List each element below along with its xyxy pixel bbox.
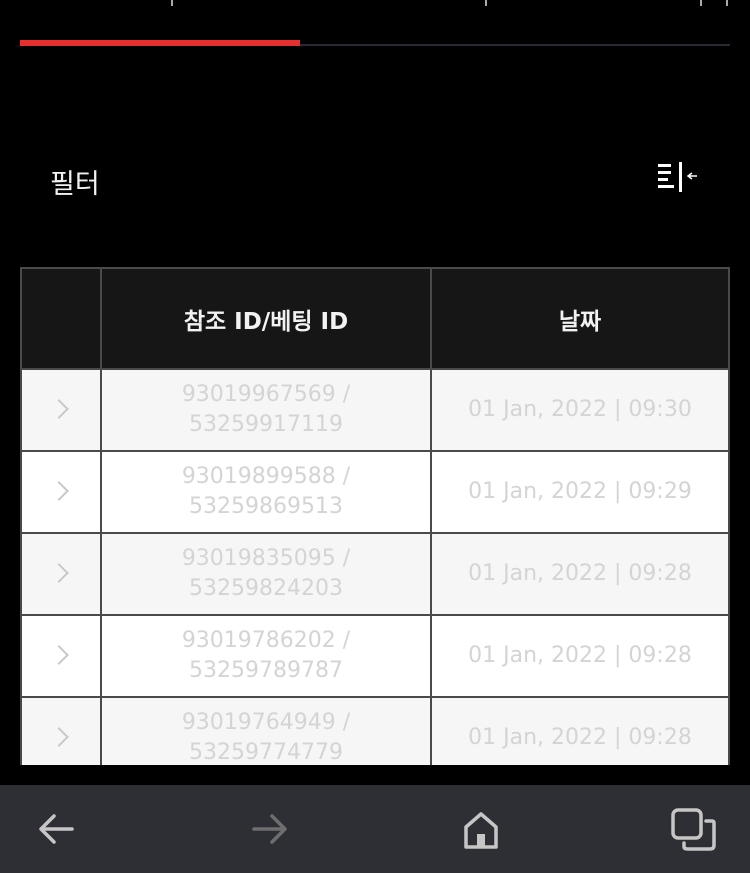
chevron-right-icon[interactable] xyxy=(49,563,69,583)
table-row[interactable]: 93019835095 / 53259824203 01 Jan, 2022 |… xyxy=(20,532,730,616)
filter-label[interactable]: 필터 xyxy=(50,162,100,201)
bet-history-table: 참조 ID/베팅 ID 날짜 93019967569 / 53259917119… xyxy=(20,267,730,765)
table-row[interactable]: 93019764949 / 53259774779 01 Jan, 2022 |… xyxy=(20,696,730,765)
expand-cell[interactable] xyxy=(20,614,102,698)
filter-panel-icon[interactable] xyxy=(650,156,702,200)
expand-cell[interactable] xyxy=(20,450,102,534)
home-icon[interactable] xyxy=(456,805,506,855)
tab-indicator-track xyxy=(20,40,730,46)
chevron-right-icon[interactable] xyxy=(49,727,69,747)
filter-bar: 필터 xyxy=(0,150,750,206)
reference-id-cell: 93019899588 / 53259869513 xyxy=(100,450,432,534)
edge-mark xyxy=(171,0,173,6)
reference-id-cell: 93019764949 / 53259774779 xyxy=(100,696,432,765)
edge-mark xyxy=(726,0,728,6)
expand-cell[interactable] xyxy=(20,532,102,616)
table-row[interactable]: 93019786202 / 53259789787 01 Jan, 2022 |… xyxy=(20,614,730,698)
tabs-icon[interactable] xyxy=(668,805,718,855)
edge-mark xyxy=(700,0,702,6)
column-header-expand xyxy=(20,267,102,370)
date-cell: 01 Jan, 2022 | 09:28 xyxy=(430,532,730,616)
edge-mark xyxy=(485,0,487,6)
expand-cell[interactable] xyxy=(20,696,102,765)
column-header-reference-id: 참조 ID/베팅 ID xyxy=(100,267,432,370)
table-row[interactable]: 93019899588 / 53259869513 01 Jan, 2022 |… xyxy=(20,450,730,534)
date-cell: 01 Jan, 2022 | 09:29 xyxy=(430,450,730,534)
chevron-right-icon[interactable] xyxy=(49,645,69,665)
reference-id-cell: 93019967569 / 53259917119 xyxy=(100,368,432,452)
column-header-date: 날짜 xyxy=(430,267,730,370)
forward-arrow-icon[interactable] xyxy=(244,805,294,855)
chevron-right-icon[interactable] xyxy=(49,399,69,419)
expand-cell[interactable] xyxy=(20,368,102,452)
scrolled-content-edge xyxy=(0,0,750,8)
reference-id-cell: 93019835095 / 53259824203 xyxy=(100,532,432,616)
browser-nav-bar xyxy=(0,785,750,873)
back-arrow-icon[interactable] xyxy=(32,805,82,855)
date-cell: 01 Jan, 2022 | 09:28 xyxy=(430,614,730,698)
active-tab-indicator xyxy=(20,40,300,46)
chevron-right-icon[interactable] xyxy=(49,481,69,501)
table-header-row: 참조 ID/베팅 ID 날짜 xyxy=(20,267,730,370)
table-row[interactable]: 93019967569 / 53259917119 01 Jan, 2022 |… xyxy=(20,368,730,452)
date-cell: 01 Jan, 2022 | 09:28 xyxy=(430,696,730,765)
reference-id-cell: 93019786202 / 53259789787 xyxy=(100,614,432,698)
date-cell: 01 Jan, 2022 | 09:30 xyxy=(430,368,730,452)
